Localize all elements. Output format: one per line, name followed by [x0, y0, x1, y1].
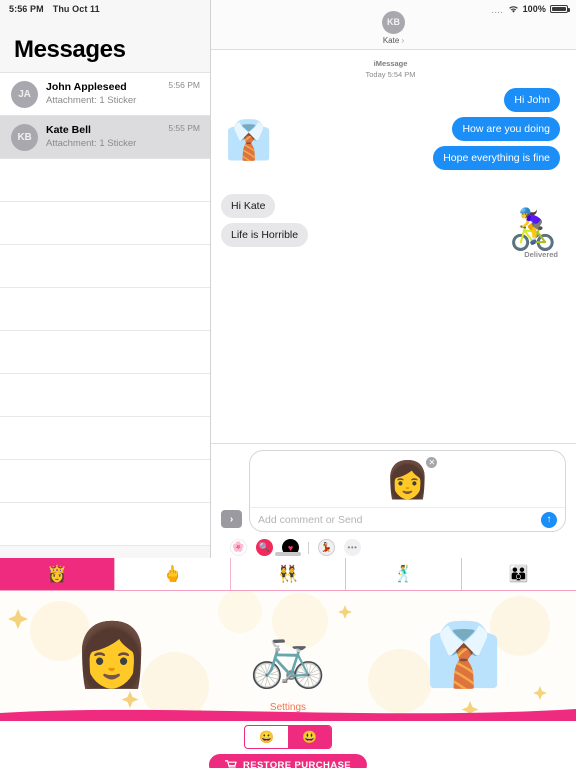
sticker-grid[interactable]: 👩 🚲 👔 Settings	[0, 591, 576, 721]
timestamp: 5:56 PM	[168, 80, 200, 90]
contact-name: John Appleseed	[46, 81, 127, 93]
conversation-row-john-appleseed[interactable]: JA John Appleseed Attachment: 1 Sticker …	[0, 73, 210, 116]
received-sticker[interactable]: 👔	[225, 122, 272, 160]
message-thread: KB Kate › iMessage Today 5:54 PM Hi John…	[211, 0, 576, 558]
contact-name: Kate Bell	[46, 124, 91, 136]
empty-list-row	[0, 503, 210, 546]
compose-field[interactable]: 👩 ✕ Add comment or Send ↑	[249, 450, 566, 532]
message-bubble-received[interactable]: Hi Kate	[221, 194, 276, 218]
empty-list-row	[0, 460, 210, 503]
status-bar: 5:56 PM Thu Oct 11 .... 100%	[0, 0, 576, 18]
restore-purchase-button[interactable]: RESTORE PURCHASE	[208, 754, 368, 768]
restore-purchase-label: RESTORE PURCHASE	[242, 759, 352, 768]
message-bubble-sent[interactable]: Hope everything is fine	[433, 146, 560, 170]
timestamp: 5:55 PM	[168, 123, 200, 133]
bicycle-sticker[interactable]: 🚴‍♀️	[508, 210, 558, 250]
sent-sticker-group: 🚴‍♀️ Delivered	[508, 210, 558, 259]
split-view: Messages JA John Appleseed Attachment: 1…	[0, 0, 576, 558]
empty-list-row	[0, 202, 210, 245]
ipad-messages-screen: 5:56 PM Thu Oct 11 .... 100% Messages JA…	[0, 0, 576, 768]
expand-apps-button[interactable]: ›	[221, 510, 242, 528]
suit-sticker[interactable]: 👔	[425, 625, 502, 687]
attached-sticker[interactable]: 👩	[385, 462, 430, 498]
imessage-app-bar: 🌸 🔍 ♥ 💃 •••	[221, 532, 566, 556]
conversations-sidebar: Messages JA John Appleseed Attachment: 1…	[0, 0, 211, 558]
cart-icon	[224, 759, 237, 768]
status-date: Thu Oct 11	[52, 4, 100, 14]
style-toggle-option-0[interactable]: 😀	[245, 726, 288, 748]
message-bubble-sent[interactable]: Hi John	[504, 88, 560, 112]
empty-list-row	[0, 288, 210, 331]
empty-list-row	[0, 417, 210, 460]
style-toggle: 😀 😃	[244, 725, 332, 749]
sticker-app-icon[interactable]: 💃	[318, 539, 335, 556]
divider	[308, 541, 309, 554]
message-preview: Attachment: 1 Sticker	[46, 138, 137, 149]
chevron-right-icon: ›	[401, 35, 405, 45]
send-button[interactable]: ↑	[541, 511, 557, 528]
compose-area: › 👩 ✕ Add comment or Send ↑ 🌸 🔍 ♥ 💃 •••	[211, 443, 576, 558]
date-label: Today 5:54 PM	[365, 70, 416, 79]
thread-contact-name[interactable]: Kate ›	[383, 36, 404, 45]
pack-footer: 😀 😃 RESTORE PURCHASE	[0, 721, 576, 768]
app-store-icon[interactable]: 🔍	[256, 539, 273, 556]
status-time: 5:56 PM	[9, 4, 44, 14]
message-preview: Attachment: 1 Sticker	[46, 95, 137, 106]
empty-list-rows	[0, 159, 210, 546]
sticker-pack-drawer: 👸 🖕 👯 🕺 👪 👩 🚲 👔 Settings 😀 😃 RESTORE PUR…	[0, 552, 576, 768]
sticker-category-tab-1[interactable]: 🖕	[115, 558, 231, 590]
empty-list-row	[0, 245, 210, 288]
sticker-category-tab-3[interactable]: 🕺	[346, 558, 462, 590]
sticker-category-tab-0[interactable]: 👸	[0, 558, 116, 590]
battery-percent: 100%	[522, 4, 546, 14]
sticker-category-tab-2[interactable]: 👯	[230, 558, 347, 590]
pink-wave-divider	[0, 709, 576, 721]
service-label: iMessage	[373, 59, 408, 68]
message-bubble-sent[interactable]: How are you doing	[452, 117, 560, 141]
avatar: KB	[11, 123, 38, 151]
attached-sticker-stage: 👩 ✕	[250, 451, 565, 509]
drag-handle[interactable]	[275, 552, 301, 556]
empty-list-row	[0, 374, 210, 417]
avatar: JA	[11, 80, 38, 108]
remove-sticker-icon[interactable]: ✕	[426, 457, 438, 468]
empty-list-row	[0, 159, 210, 202]
contact-name-text: Kate	[382, 35, 400, 45]
wifi-icon	[508, 5, 518, 13]
sticker-category-tab-4[interactable]: 👪	[461, 558, 576, 590]
style-toggle-option-1[interactable]: 😃	[288, 726, 331, 748]
photos-app-icon[interactable]: 🌸	[230, 539, 247, 556]
sticker-category-tabs: 👸 🖕 👯 🕺 👪	[0, 558, 576, 591]
conversation-list: JA John Appleseed Attachment: 1 Sticker …	[0, 72, 210, 546]
signal-dots-icon: ....	[491, 7, 504, 15]
message-bubble-received[interactable]: Life is Horrible	[221, 223, 309, 247]
woman-sticker[interactable]: 👩	[73, 625, 150, 687]
conversation-row-kate-bell[interactable]: KB Kate Bell Attachment: 1 Sticker 5:55 …	[0, 116, 210, 159]
more-apps-icon[interactable]: •••	[344, 539, 361, 556]
conversation-timestamp: iMessage Today 5:54 PM	[221, 58, 560, 80]
empty-list-row	[0, 331, 210, 374]
comment-input[interactable]: Add comment or Send	[258, 514, 541, 526]
battery-full-icon	[550, 5, 570, 13]
message-row: Hi John	[221, 88, 560, 112]
bicycle-sticker[interactable]: 🚲	[249, 625, 326, 687]
